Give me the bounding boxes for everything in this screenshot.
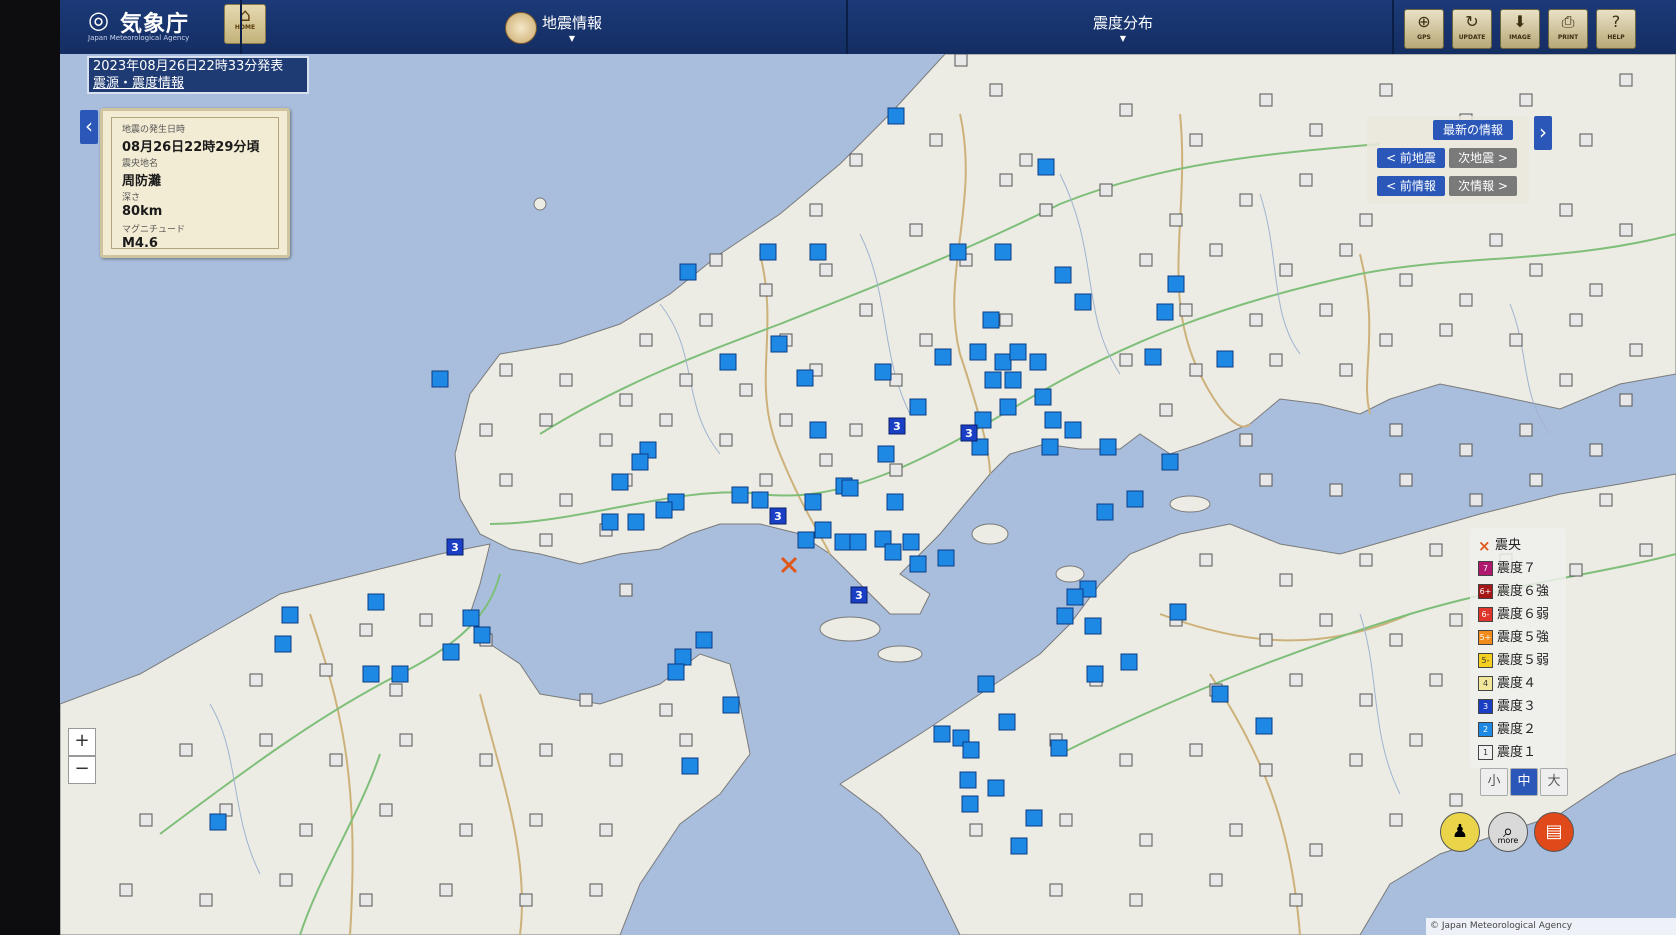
svg-text:3: 3 (774, 510, 782, 523)
place-value: 周防灘 (122, 174, 162, 189)
collapse-left-button[interactable]: ‹ (80, 110, 98, 144)
book-button[interactable]: ▤ (1534, 812, 1574, 852)
legend-item: 1 震度１ (1478, 741, 1536, 761)
time-value: 08月26日22時29分頃 (122, 140, 260, 155)
announcement-box: 2023年08月26日22時33分発表 震源・震度情報 (87, 56, 309, 94)
legend-item: 7 震度７ (1478, 557, 1536, 577)
svg-text:3: 3 (855, 589, 863, 602)
svg-text:3: 3 (893, 420, 901, 433)
print-button[interactable]: ⎙ PRINT (1548, 9, 1588, 49)
legend-swatch: 3 (1478, 699, 1493, 714)
help-button[interactable]: ? HELP (1596, 9, 1636, 49)
svg-text:3: 3 (451, 541, 459, 554)
legend-swatch: 2 (1478, 722, 1493, 737)
jma-logo[interactable]: ◎ 気象庁 Japan Meteorological Agency (88, 4, 238, 42)
jma-logo-icon: ◎ (88, 6, 109, 34)
prev-quake-button[interactable]: < 前地震 (1377, 148, 1445, 168)
svg-text:3: 3 (965, 427, 973, 440)
magnitude-label: マグニチュード (122, 225, 186, 235)
tab-intensity-dist-label: 震度分布 (1093, 14, 1154, 32)
copyright: © Japan Meteorological Agency (1426, 918, 1676, 935)
epicenter-x-icon: × (1478, 536, 1491, 555)
more-button[interactable]: ⌕ more (1488, 812, 1528, 852)
legend-item: 5+ 震度５強 (1478, 630, 1550, 645)
size-medium-button[interactable]: 中 (1510, 768, 1538, 796)
legend-swatch: 4 (1478, 676, 1493, 691)
info-type: 震源・震度情報 (93, 76, 185, 91)
header-divider (240, 0, 242, 54)
latest-info-button[interactable]: 最新の情報 (1433, 120, 1513, 140)
next-quake-button[interactable]: 次地震 > (1449, 148, 1517, 168)
quake-info-panel: 地震の発生日時 08月26日22時29分頃 震央地名 周防灘 深さ 80km マ… (100, 108, 290, 258)
person-icon: ♟ (1451, 821, 1469, 842)
legend-item: 5- 震度５弱 (1478, 649, 1549, 669)
caret-down-icon: ▼ (568, 34, 576, 43)
print-icon: ⎙ (1561, 12, 1575, 31)
issued-time: 2023年08月26日22時33分発表 (93, 59, 284, 74)
home-label: HOME (234, 24, 256, 31)
depth-label: 深さ (122, 193, 141, 203)
zoom-out-button[interactable]: − (68, 756, 96, 784)
legend-swatch: 5+ (1478, 630, 1493, 645)
download-icon: ⬇ (1513, 12, 1527, 31)
legend-swatch: 1 (1478, 745, 1493, 760)
legend-swatch: 5- (1478, 653, 1493, 668)
person-button[interactable]: ♟ (1440, 812, 1480, 852)
chevron-left-icon: ‹ (85, 114, 93, 138)
legend-swatch: 7 (1478, 561, 1493, 576)
legend-item: 2 震度２ (1478, 718, 1536, 738)
collapse-right-button[interactable]: › (1534, 116, 1552, 150)
gps-button[interactable]: ⊕ GPS (1404, 9, 1444, 49)
home-button[interactable]: ⌂ HOME (224, 4, 266, 44)
quake-info-icon (505, 12, 537, 44)
info-navigation-panel: 最新の情報 < 前地震 次地震 > < 前情報 次情報 > (1367, 116, 1529, 204)
image-button[interactable]: ⬇ IMAGE (1500, 9, 1540, 49)
help-icon: ? (1611, 12, 1621, 31)
zoom-in-button[interactable]: + (68, 728, 96, 756)
legend-item: 3 震度３ (1478, 695, 1536, 715)
legend-swatch: 6- (1478, 607, 1493, 622)
update-icon: ↻ (1465, 12, 1479, 31)
place-label: 震央地名 (122, 159, 159, 169)
gps-icon: ⊕ (1417, 12, 1431, 31)
legend-item: 6- 震度６弱 (1478, 603, 1549, 623)
chevron-right-icon: › (1539, 120, 1547, 144)
update-button[interactable]: ↻ UPDATE (1452, 9, 1492, 49)
intensity-legend: × 震央 7 震度７ 6+ 震度６強 6- 震度６弱 5+ 震度５強 5- 震度５弱 4 震度… (1470, 528, 1566, 768)
tab-intensity-dist[interactable]: 震度分布 ▼ (1093, 12, 1154, 43)
tab-quake-info-label: 地震情報 (542, 14, 603, 32)
time-label: 地震の発生日時 (122, 125, 186, 135)
tab-quake-info[interactable]: 地震情報 ▼ (542, 12, 603, 43)
header-bar: ◎ 気象庁 Japan Meteorological Agency ⌂ HOME… (60, 0, 1676, 54)
magnitude-value: M4.6 (122, 236, 158, 251)
header-divider (1392, 0, 1394, 54)
depth-value: 80km (122, 204, 163, 219)
caret-down-icon: ▼ (1119, 34, 1127, 43)
size-large-button[interactable]: 大 (1540, 768, 1568, 796)
jma-screen: 3 3 3 3 3 ◎ 気象庁 Japan Meteorological Age… (60, 0, 1676, 935)
quake-info-frame: 地震の発生日時 08月26日22時29分頃 震央地名 周防灘 深さ 80km マ… (111, 117, 279, 251)
next-info-button[interactable]: 次情報 > (1449, 176, 1517, 196)
legend-swatch: 6+ (1478, 584, 1493, 599)
header-divider (846, 0, 848, 54)
size-small-button[interactable]: 小 (1480, 768, 1508, 796)
book-icon: ▤ (1545, 821, 1563, 842)
prev-info-button[interactable]: < 前情報 (1377, 176, 1445, 196)
legend-item: 4 震度４ (1478, 672, 1536, 692)
legend-epicenter: × 震央 (1478, 536, 1522, 555)
agency-name-en: Japan Meteorological Agency (88, 34, 190, 42)
legend-item: 6+ 震度６強 (1478, 584, 1550, 599)
